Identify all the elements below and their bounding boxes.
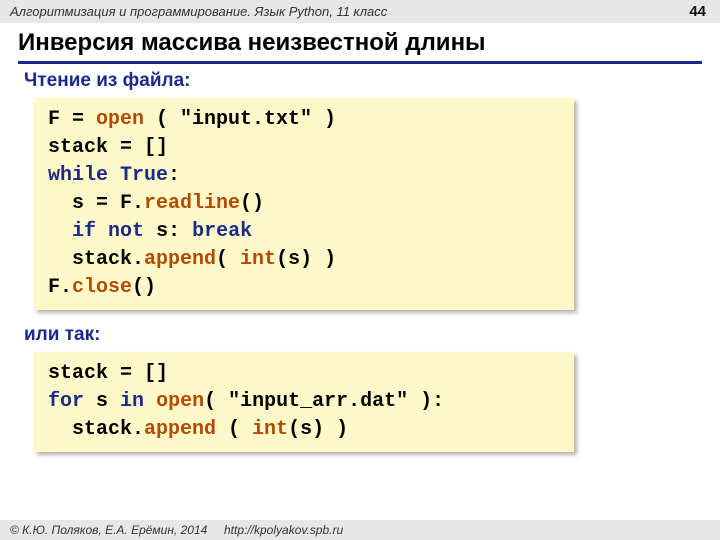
code-line: if not s: break bbox=[48, 218, 560, 246]
code-line: F = open ( "input.txt" ) bbox=[48, 106, 560, 134]
code-block-2: stack = [] for s in open( "input_arr.dat… bbox=[34, 352, 574, 452]
copyright-text: © К.Ю. Поляков, Е.А. Ерёмин, 2014 bbox=[10, 523, 207, 537]
code-line: stack.append( int(s) ) bbox=[48, 246, 560, 274]
code-line: stack = [] bbox=[48, 360, 560, 388]
course-title: Алгоритмизация и программирование. Язык … bbox=[10, 4, 387, 19]
section-label-read-file: Чтение из файла: bbox=[24, 70, 720, 92]
code-line: stack.append ( int(s) ) bbox=[48, 416, 560, 444]
code-line: while True: bbox=[48, 162, 560, 190]
course-title-text: Алгоритмизация и программирование. Язык … bbox=[10, 4, 387, 19]
slide-title: Инверсия массива неизвестной длины bbox=[18, 29, 702, 64]
slide-footer: © К.Ю. Поляков, Е.А. Ерёмин, 2014 http:/… bbox=[0, 520, 720, 540]
code-line: for s in open( "input_arr.dat" ): bbox=[48, 388, 560, 416]
page-number: 44 bbox=[689, 3, 706, 20]
code-block-1: F = open ( "input.txt" ) stack = [] whil… bbox=[34, 98, 574, 310]
code-line: stack = [] bbox=[48, 134, 560, 162]
code-line: s = F.readline() bbox=[48, 190, 560, 218]
code-line: F.close() bbox=[48, 274, 560, 302]
section-label-alt: или так: bbox=[24, 324, 720, 346]
slide-header: Алгоритмизация и программирование. Язык … bbox=[0, 0, 720, 23]
footer-url: http://kpolyakov.spb.ru bbox=[224, 523, 343, 537]
